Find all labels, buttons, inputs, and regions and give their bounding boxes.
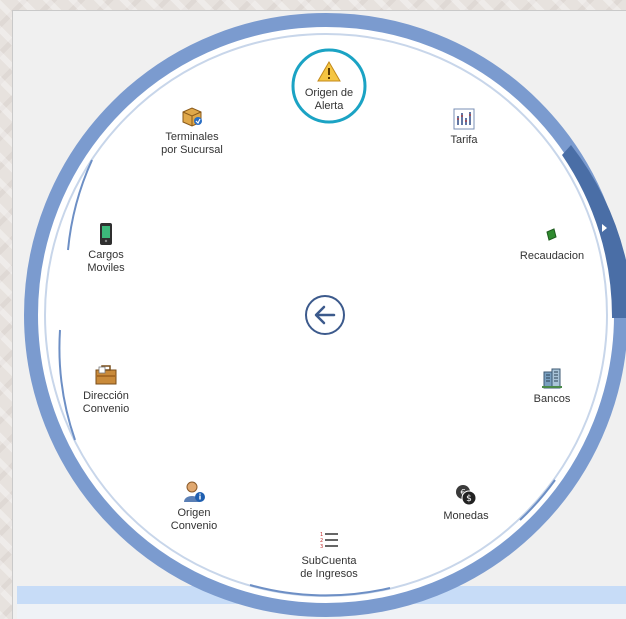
menu-item-origen-convenio[interactable]: Origen Convenio	[139, 480, 249, 533]
money-icon	[546, 228, 557, 241]
menu-item-recaudacion[interactable]: Recaudacion	[497, 223, 607, 263]
menu-item-origen-alerta[interactable]: Origen de Alerta	[274, 60, 384, 113]
menu-item-tarifa[interactable]: Tarifa	[409, 107, 519, 147]
menu-item-bancos[interactable]: Bancos	[497, 366, 607, 406]
chart-icon	[453, 108, 475, 130]
user-info-icon	[184, 481, 205, 502]
mobile-device-icon	[100, 223, 112, 245]
menu-item-label: Recaudacion	[519, 250, 585, 262]
warning-icon	[317, 61, 341, 82]
menu-item-label: Cargos Moviles	[87, 249, 125, 274]
menu-item-label: Bancos	[533, 393, 571, 405]
menu-item-label: Origen Convenio	[170, 507, 218, 532]
menu-item-label: SubCuenta de Ingresos	[300, 555, 358, 580]
back-button[interactable]	[304, 294, 346, 336]
menu-item-label: Dirección Convenio	[82, 390, 130, 415]
menu-item-cargos-moviles[interactable]: Cargos Moviles	[51, 222, 161, 275]
briefcase-icon	[95, 365, 117, 385]
menu-item-subcuenta-ingresos[interactable]: 1 2 3 SubCuenta de Ingresos	[274, 528, 384, 581]
package-icon	[182, 107, 202, 127]
coins-icon: € $	[456, 485, 477, 506]
menu-item-label: Tarifa	[450, 134, 478, 146]
numbered-list-icon: 1 2 3	[320, 532, 338, 550]
menu-item-terminales-sucursal[interactable]: Terminales por Sucursal	[137, 104, 247, 157]
svg-text:3: 3	[320, 544, 323, 550]
svg-text:$: $	[466, 494, 472, 504]
menu-item-label: Monedas	[443, 510, 489, 522]
menu-item-label: Origen de Alerta	[304, 87, 354, 112]
bank-building-icon	[542, 368, 562, 389]
menu-item-direccion-convenio[interactable]: Dirección Convenio	[51, 363, 161, 416]
menu-item-label: Terminales por Sucursal	[161, 131, 223, 156]
menu-item-monedas[interactable]: € $ Monedas	[411, 483, 521, 523]
